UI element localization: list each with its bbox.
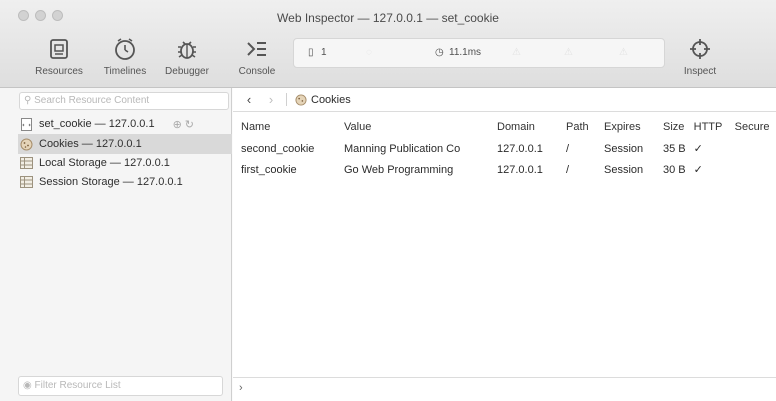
storage-icon (20, 176, 33, 189)
crosshair-icon (676, 34, 724, 64)
filter-placeholder: Filter Resource List (34, 380, 121, 391)
column-header-value[interactable]: Value (336, 116, 489, 138)
sidebar-item-label: Session Storage — 127.0.0.1 (39, 176, 183, 188)
tab-console[interactable]: Console (234, 34, 280, 77)
forward-button[interactable]: › (264, 92, 278, 107)
tab-timelines[interactable]: Timelines (96, 34, 154, 77)
breadcrumb-label: Cookies (311, 93, 351, 106)
tab-timelines-label: Timelines (103, 66, 147, 77)
storage-icon (20, 157, 33, 170)
content-view: ‹ › Cookies Name Value Domain Path Expir… (233, 88, 776, 401)
warning-count-icon: ⚠ (564, 47, 573, 58)
search-placeholder: Search Resource Content (34, 95, 150, 106)
cell-name: second_cookie (241, 142, 315, 155)
document-count: 1 (321, 47, 327, 58)
console-prompt-bar[interactable]: › (233, 377, 776, 401)
sidebar-item-session-storage[interactable]: Session Storage — 127.0.0.1 (20, 172, 230, 192)
load-time-icon: ◷ (435, 47, 444, 58)
cell-secure (727, 159, 771, 180)
column-header-secure[interactable]: Secure (727, 116, 771, 138)
table-row[interactable]: second_cookie Manning Publication Co 127… (233, 138, 771, 159)
table-header-row: Name Value Domain Path Expires Size HTTP… (233, 116, 771, 138)
column-header-path[interactable]: Path (558, 116, 596, 138)
column-header-domain[interactable]: Domain (489, 116, 558, 138)
cell-size: 30 B (663, 163, 686, 176)
cell-secure (727, 138, 771, 159)
activity-viewer[interactable]: ▯ 1 ◌ ◷ 11.1ms ⚠ ⚠ ⚠ (293, 38, 665, 68)
toolbar: Web Inspector — 127.0.0.1 — set_cookie R… (0, 0, 776, 88)
resource-size-icon: ◌ (366, 47, 372, 58)
console-icon (234, 34, 280, 64)
cell-value: Manning Publication Co (344, 142, 461, 155)
cell-http: ✓ (693, 143, 703, 155)
tab-debugger[interactable]: Debugger (157, 34, 217, 77)
cell-path: / (566, 163, 570, 176)
cell-domain: 127.0.0.1 (497, 163, 543, 176)
cookie-icon (20, 138, 33, 151)
navigation-bar: ‹ › Cookies (233, 88, 776, 112)
debugger-icon (157, 34, 217, 64)
tab-resources-label: Resources (35, 66, 83, 77)
add-icon[interactable]: ⊕ (173, 118, 182, 131)
window-title: Web Inspector — 127.0.0.1 — set_cookie (277, 11, 499, 25)
inspect-button[interactable]: Inspect (676, 34, 724, 77)
inspect-label: Inspect (683, 66, 717, 77)
cell-expires: Session (604, 163, 644, 176)
back-button[interactable]: ‹ (242, 92, 256, 107)
column-header-http[interactable]: HTTP (686, 116, 727, 138)
cell-expires: Session (604, 142, 644, 155)
tab-debugger-label: Debugger (165, 66, 209, 77)
sidebar-item-label: set_cookie — 127.0.0.1 (39, 118, 155, 130)
table-row[interactable]: first_cookie Go Web Programming 127.0.0.… (233, 159, 771, 180)
filter-resource-list-input[interactable]: ◉ Filter Resource List (18, 376, 223, 396)
cell-domain: 127.0.0.1 (497, 142, 543, 155)
cell-name: first_cookie (241, 163, 297, 176)
tab-console-label: Console (238, 66, 276, 77)
column-header-size[interactable]: Size (655, 116, 686, 138)
load-time: 11.1ms (449, 47, 482, 58)
document-icon (20, 117, 33, 131)
column-header-name[interactable]: Name (233, 116, 336, 138)
column-header-expires[interactable]: Expires (596, 116, 655, 138)
resources-sidebar: ⚲ Search Resource Content set_cookie — 1… (0, 88, 232, 401)
reload-icon[interactable]: ↻ (185, 118, 194, 131)
document-count-icon: ▯ (308, 47, 314, 58)
breadcrumb[interactable]: Cookies (295, 94, 351, 106)
divider (286, 93, 287, 106)
tab-resources[interactable]: Resources (28, 34, 90, 77)
cell-http: ✓ (693, 164, 703, 176)
sidebar-item-local-storage[interactable]: Local Storage — 127.0.0.1 (20, 153, 230, 173)
chevron-right-icon: › (239, 382, 243, 394)
web-inspector-window: Web Inspector — 127.0.0.1 — set_cookie R… (0, 0, 776, 401)
filter-icon: ◉ (23, 380, 32, 391)
log-count-icon: ⚠ (619, 47, 628, 58)
search-resource-content-input[interactable]: ⚲ Search Resource Content (19, 92, 229, 110)
resources-icon (28, 34, 90, 64)
timelines-icon (96, 34, 154, 64)
cell-size: 35 B (663, 142, 686, 155)
cell-path: / (566, 142, 570, 155)
cell-value: Go Web Programming (344, 163, 454, 176)
sidebar-item-label: Cookies — 127.0.0.1 (39, 138, 142, 150)
search-icon: ⚲ (24, 95, 32, 106)
sidebar-item-set-cookie[interactable]: set_cookie — 127.0.0.1 ⊕ ↻ (20, 114, 230, 134)
cookies-table: Name Value Domain Path Expires Size HTTP… (233, 116, 771, 180)
sidebar-item-cookies[interactable]: Cookies — 127.0.0.1 (18, 134, 232, 154)
cookie-icon (295, 93, 307, 106)
error-count-icon: ⚠ (512, 47, 521, 58)
sidebar-item-label: Local Storage — 127.0.0.1 (39, 157, 170, 169)
